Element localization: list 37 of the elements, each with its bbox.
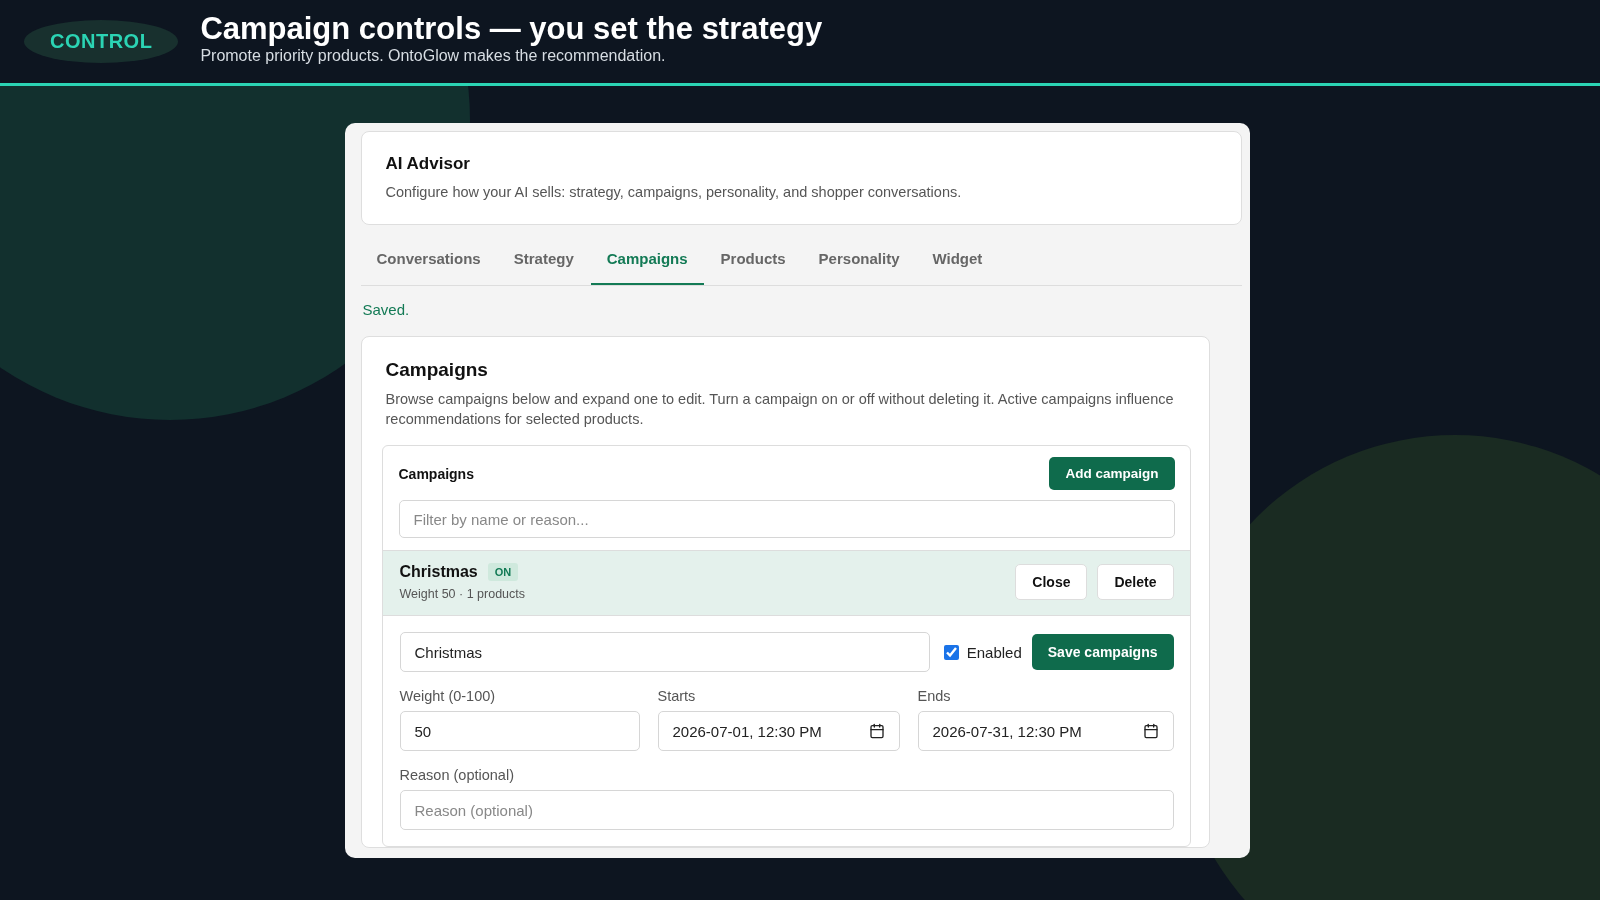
reason-field[interactable]: Reason (optional) bbox=[399, 790, 1174, 830]
campaign-header[interactable]: Christmas ON Weight 50 · 1 products Close Delete bbox=[382, 550, 1190, 616]
tab[interactable]: Conversations bbox=[360, 233, 497, 285]
weight-label: Weight (0-100) bbox=[399, 688, 497, 704]
section-title: Campaigns bbox=[385, 359, 489, 381]
starts-field[interactable]: 2026-07-01, 12:30 PM bbox=[657, 711, 900, 751]
advisor-title: AI Advisor bbox=[385, 154, 471, 174]
tab[interactable]: Campaigns bbox=[590, 233, 704, 285]
enabled-checkbox[interactable] bbox=[943, 644, 959, 660]
weight-field[interactable]: 50 bbox=[399, 711, 640, 751]
add-campaign-button[interactable]: Add campaign bbox=[1049, 457, 1175, 490]
advisor-description: Configure how your AI sells: strategy, campaigns, personality, and shopper conversations. bbox=[385, 183, 963, 202]
list-title: Campaigns bbox=[398, 465, 474, 482]
saved-message: Saved. bbox=[362, 301, 411, 318]
filter-field[interactable]: Filter by name or reason... bbox=[398, 500, 1175, 538]
campaign-meta: Weight 50 · 1 products bbox=[399, 587, 526, 601]
ends-label: Ends bbox=[917, 688, 952, 704]
calendar-icon bbox=[1142, 723, 1159, 739]
reason-label: Reason (optional) bbox=[399, 767, 515, 783]
tab[interactable]: Strategy bbox=[497, 233, 590, 285]
tab[interactable]: Personality bbox=[802, 233, 916, 285]
control-badge: CONTROL bbox=[24, 20, 179, 63]
calendar-icon bbox=[868, 723, 885, 739]
tab[interactable]: Products bbox=[704, 233, 802, 285]
tab[interactable]: Widget bbox=[916, 233, 999, 285]
ends-field[interactable]: 2026-07-31, 12:30 PM bbox=[917, 711, 1174, 751]
delete-button[interactable]: Delete bbox=[1097, 564, 1174, 600]
campaign-name: Christmas bbox=[399, 563, 478, 581]
save-campaigns-button[interactable]: Save campaigns bbox=[1031, 634, 1174, 670]
section-description: Browse campaigns below and expand one to edit. Turn a campaign on or off without deleting it. Active campaigns influence recommendations for selected products. bbox=[385, 390, 1175, 429]
starts-label: Starts bbox=[657, 688, 697, 704]
banner-title: Campaign controls — you set the strategy bbox=[200, 10, 823, 47]
enabled-label: Enabled bbox=[966, 643, 1022, 661]
status-badge: ON bbox=[487, 563, 519, 581]
banner-subtitle: Promote priority products. OntoGlow makes the recommendation. bbox=[200, 46, 667, 65]
close-button[interactable]: Close bbox=[1015, 564, 1088, 600]
name-field[interactable]: Christmas bbox=[399, 632, 930, 672]
